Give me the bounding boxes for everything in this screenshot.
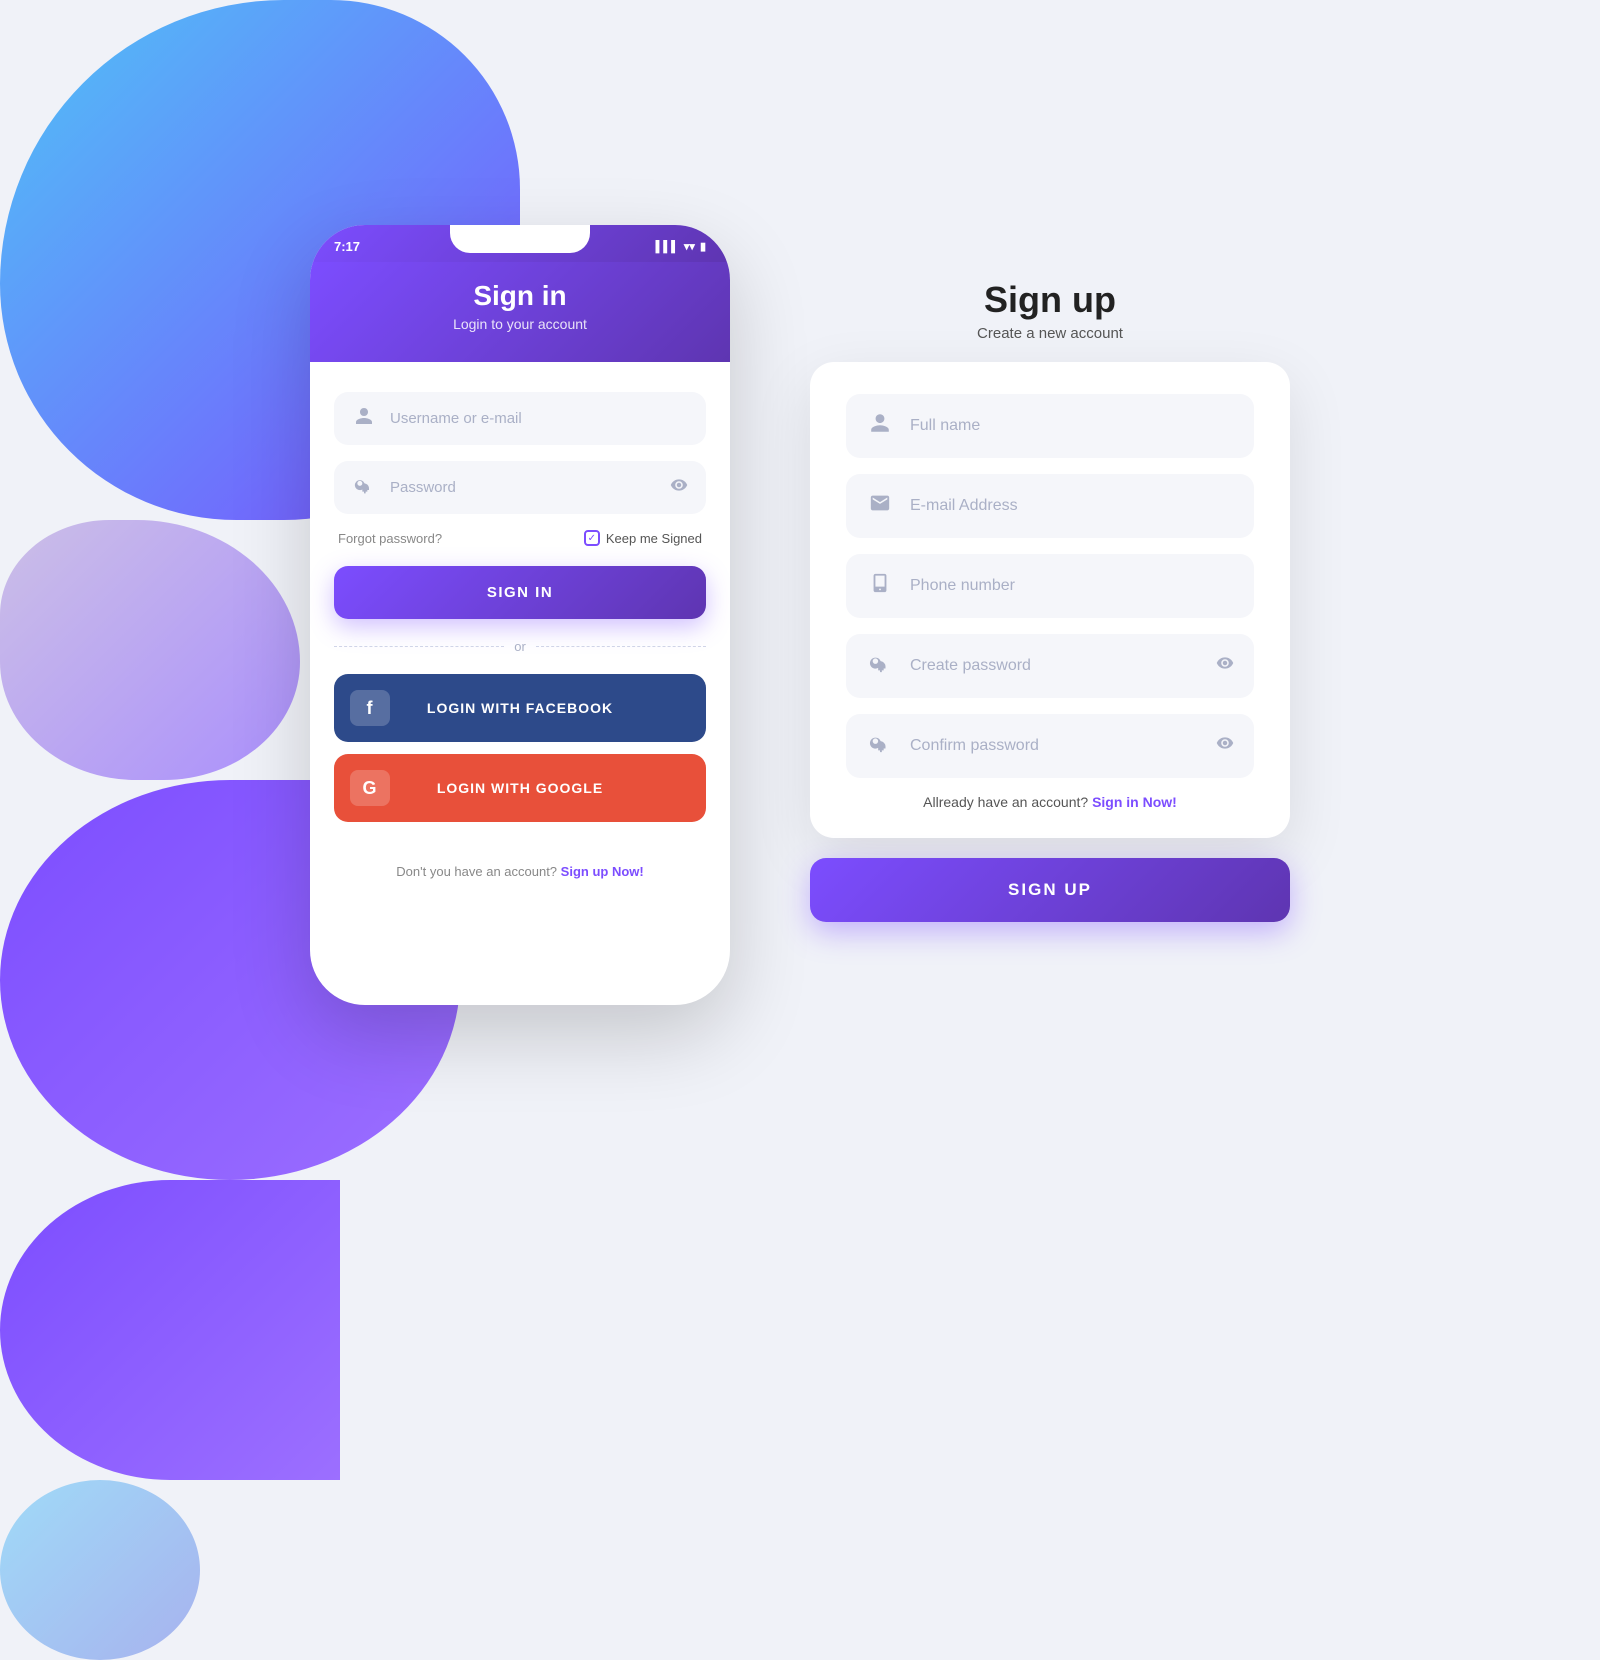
main-container: 7:17 ▌▌▌ ▾▾ ▮ Sign in Login to your acco… bbox=[0, 0, 1600, 1200]
signin-title: Sign in bbox=[340, 280, 700, 312]
divider-line-left bbox=[334, 646, 504, 647]
email-input[interactable] bbox=[910, 497, 1234, 515]
already-text: Allready have an account? bbox=[923, 794, 1088, 810]
footer-text: Don't you have an account? bbox=[396, 864, 557, 879]
keep-signed-label: Keep me Signed bbox=[606, 531, 702, 546]
signin-now-link[interactable]: Sign in Now! bbox=[1092, 794, 1177, 810]
or-label: or bbox=[514, 639, 526, 654]
phone-time: 7:17 bbox=[334, 239, 360, 254]
forgot-password-link[interactable]: Forgot password? bbox=[338, 531, 442, 546]
signup-header: Sign up Create a new account bbox=[810, 279, 1290, 342]
username-field bbox=[334, 392, 706, 445]
google-label: LOGIN WITH GOOGLE bbox=[350, 780, 690, 796]
toggle-password-icon[interactable] bbox=[670, 476, 688, 499]
confirm-password-icon bbox=[866, 732, 894, 760]
signal-icon: ▌▌▌ bbox=[656, 241, 679, 253]
email-field bbox=[846, 474, 1254, 538]
phone-header: Sign in Login to your account bbox=[310, 262, 730, 362]
toggle-create-password-icon[interactable] bbox=[1216, 654, 1234, 677]
facebook-login-button[interactable]: f LOGIN WITH FACEBOOK bbox=[334, 674, 706, 742]
google-login-button[interactable]: G LOGIN WITH GOOGLE bbox=[334, 754, 706, 822]
phone-body: Forgot password? ✓ Keep me Signed SIGN I… bbox=[310, 362, 730, 846]
confirm-password-input[interactable] bbox=[910, 737, 1200, 755]
toggle-confirm-password-icon[interactable] bbox=[1216, 734, 1234, 757]
facebook-label: LOGIN WITH FACEBOOK bbox=[350, 700, 690, 716]
signin-button[interactable]: SIGN IN bbox=[334, 566, 706, 619]
signup-subtitle: Create a new account bbox=[810, 325, 1290, 342]
form-options: Forgot password? ✓ Keep me Signed bbox=[338, 530, 702, 546]
email-icon bbox=[866, 492, 894, 520]
bg-blob-bottom-left bbox=[0, 1480, 200, 1660]
fullname-input[interactable] bbox=[910, 417, 1234, 435]
battery-icon: ▮ bbox=[700, 240, 706, 253]
signup-title: Sign up bbox=[810, 279, 1290, 321]
wifi-icon: ▾▾ bbox=[684, 240, 695, 253]
status-icons: ▌▌▌ ▾▾ ▮ bbox=[656, 240, 707, 253]
username-input[interactable] bbox=[390, 410, 688, 427]
divider-line-right bbox=[536, 646, 706, 647]
already-account: Allready have an account? Sign in Now! bbox=[846, 794, 1254, 810]
phone-footer: Don't you have an account? Sign up Now! bbox=[310, 846, 730, 897]
keep-signed-checkbox[interactable]: ✓ bbox=[584, 530, 600, 546]
signup-link[interactable]: Sign up Now! bbox=[561, 864, 644, 879]
divider: or bbox=[334, 639, 706, 654]
phone-field bbox=[846, 554, 1254, 618]
signup-card: Allready have an account? Sign in Now! bbox=[810, 362, 1290, 838]
signup-panel: Sign up Create a new account bbox=[810, 279, 1290, 922]
password-field bbox=[334, 461, 706, 514]
bg-blob-right-bottom bbox=[0, 1180, 340, 1480]
phone-input[interactable] bbox=[910, 577, 1234, 595]
password-input[interactable] bbox=[390, 479, 656, 496]
keep-signed-option[interactable]: ✓ Keep me Signed bbox=[584, 530, 702, 546]
fullname-field bbox=[846, 394, 1254, 458]
user-icon bbox=[352, 406, 376, 431]
create-password-icon bbox=[866, 652, 894, 680]
create-password-field bbox=[846, 634, 1254, 698]
create-password-input[interactable] bbox=[910, 657, 1200, 675]
fullname-icon bbox=[866, 412, 894, 440]
phone-notch bbox=[450, 225, 590, 253]
signin-subtitle: Login to your account bbox=[340, 316, 700, 332]
signup-button[interactable]: SIGN UP bbox=[810, 858, 1290, 922]
confirm-password-field bbox=[846, 714, 1254, 778]
phone-mockup: 7:17 ▌▌▌ ▾▾ ▮ Sign in Login to your acco… bbox=[310, 225, 730, 1005]
phone-icon bbox=[866, 572, 894, 600]
key-icon bbox=[352, 475, 376, 500]
